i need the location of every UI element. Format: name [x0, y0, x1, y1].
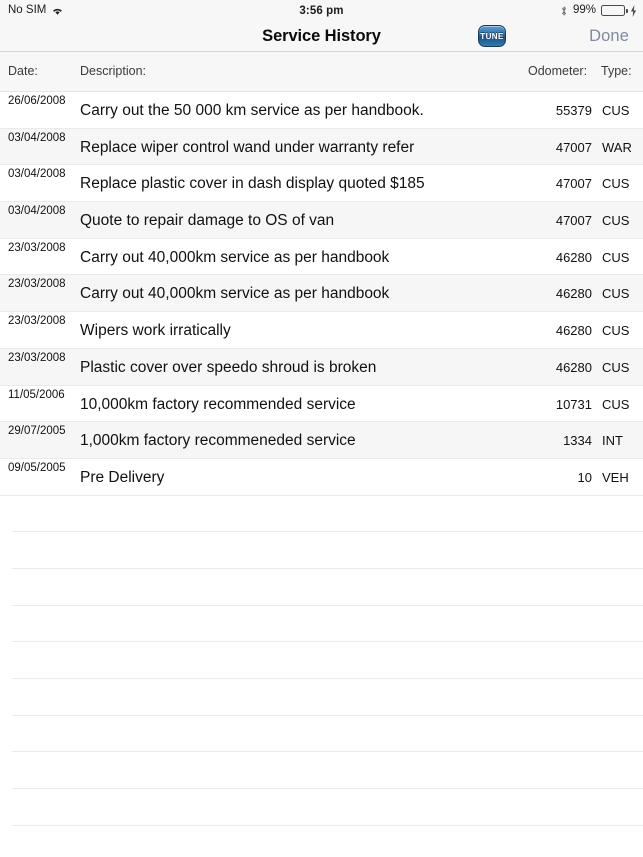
cell-description: Pre Delivery — [80, 468, 165, 486]
empty-table-row[interactable] — [0, 789, 643, 826]
empty-table-row[interactable] — [0, 715, 643, 753]
service-history-table[interactable]: Date: Description: Odometer: Type: 26/06… — [0, 52, 643, 857]
cell-type: CUS — [602, 103, 630, 118]
table-row[interactable]: 03/04/2008 Replace wiper control wand und… — [0, 128, 643, 166]
battery-icon — [601, 5, 628, 16]
table-row[interactable]: 23/03/2008 Carry out 40,000km service as … — [0, 238, 643, 276]
cell-type: VEH — [602, 469, 629, 485]
cell-odometer: 55379 — [555, 103, 592, 118]
table-row[interactable]: 03/04/2008 Replace plastic cover in dash … — [0, 165, 643, 203]
cell-date: 23/03/2008 — [8, 278, 66, 291]
cell-type: WAR — [602, 139, 632, 155]
cell-type: CUS — [602, 286, 630, 302]
status-bar-right: 99% — [560, 4, 637, 17]
cell-date: 23/03/2008 — [8, 241, 66, 254]
cell-description: Carry out the 50 000 km service as per h… — [80, 102, 424, 119]
empty-table-row[interactable] — [0, 679, 643, 716]
cell-description: Carry out 40,000km service as per handbo… — [80, 248, 390, 266]
header-odometer: Odometer: — [528, 64, 588, 78]
cell-type: CUS — [602, 176, 630, 192]
table-row[interactable]: 11/05/2006 10,000km factory recommended s… — [0, 385, 643, 423]
table-body: 26/06/2008 Carry out the 50 000 km servic… — [0, 92, 643, 857]
cell-description: Replace wiper control wand under warrant… — [80, 138, 415, 156]
table-header-row: Date: Description: Odometer: Type: — [0, 52, 643, 92]
cell-date: 03/04/2008 — [8, 205, 66, 218]
cell-date: 09/05/2005 — [8, 461, 66, 474]
clock-label: 3:56 pm — [299, 4, 344, 17]
cell-type: INT — [602, 433, 623, 449]
navigation-bar: Service History TUNE Done — [0, 21, 643, 52]
cell-odometer: 47007 — [555, 176, 592, 192]
cell-description: Plastic cover over speedo shroud is brok… — [80, 358, 377, 376]
cell-date: 03/04/2008 — [8, 168, 66, 181]
empty-table-row[interactable] — [0, 825, 643, 857]
table-row[interactable]: 23/03/2008 Plastic cover over speedo shro… — [0, 348, 643, 386]
cell-description: Wipers work irratically — [80, 322, 231, 340]
cell-description: Quote to repair damage to OS of van — [80, 212, 335, 230]
table-row[interactable]: 23/03/2008 Wipers work irratically 46280 CU… — [0, 312, 643, 349]
tune-badge-label: TUNE — [480, 31, 504, 41]
cell-odometer: 10731 — [555, 396, 592, 412]
cell-date: 03/04/2008 — [8, 131, 66, 144]
header-type: Type: — [601, 64, 632, 78]
cell-date: 23/03/2008 — [8, 315, 66, 328]
table-row[interactable]: 03/04/2008 Quote to repair damage to OS o… — [0, 202, 643, 239]
cell-description: 1,000km factory recommeneded service — [80, 432, 356, 450]
cell-odometer: 47007 — [555, 139, 592, 155]
cell-date: 29/07/2005 — [8, 425, 66, 438]
empty-table-row[interactable] — [0, 568, 643, 606]
cell-date: 23/03/2008 — [8, 351, 66, 364]
done-button[interactable]: Done — [589, 27, 629, 46]
table-row[interactable]: 23/03/2008 Carry out 40,000km service as … — [0, 275, 643, 313]
table-row[interactable]: 29/07/2005 1,000km factory recommeneded s… — [0, 422, 643, 459]
empty-table-row[interactable] — [0, 532, 643, 569]
cell-description: Replace plastic cover in dash display qu… — [80, 175, 425, 193]
table-row[interactable]: 09/05/2005 Pre Delivery 10 VEH — [0, 458, 643, 496]
bluetooth-icon — [560, 5, 568, 17]
cell-type: CUS — [602, 396, 630, 412]
cell-odometer: 46280 — [555, 323, 592, 339]
cell-date: 11/05/2006 — [8, 388, 65, 401]
table-row[interactable]: 26/06/2008 Carry out the 50 000 km servic… — [0, 92, 643, 129]
cell-type: CUS — [602, 359, 630, 375]
empty-table-row[interactable] — [0, 605, 643, 643]
cell-odometer: 10 — [577, 469, 592, 485]
empty-table-row[interactable] — [0, 495, 643, 533]
battery-percent-label: 99% — [572, 4, 596, 16]
header-description: Description: — [80, 64, 146, 78]
cell-type: CUS — [602, 249, 630, 265]
cell-odometer: 46280 — [555, 249, 592, 265]
empty-table-row[interactable] — [0, 752, 643, 790]
cell-odometer: 1334 — [563, 433, 592, 449]
cell-description: 10,000km factory recommended service — [80, 395, 356, 413]
header-date: Date: — [8, 64, 38, 78]
app-screen: No SIM 3:56 pm 99% Service History TUNE … — [0, 0, 643, 857]
page-title: Service History — [262, 27, 381, 45]
tune-badge-icon[interactable]: TUNE — [478, 25, 506, 47]
cell-date: 26/06/2008 — [8, 95, 66, 107]
cell-odometer: 46280 — [555, 286, 592, 302]
cell-odometer: 46280 — [555, 359, 592, 375]
lightning-bolt-icon — [630, 4, 637, 17]
cell-type: CUS — [602, 213, 630, 229]
status-bar: No SIM 3:56 pm 99% — [0, 0, 643, 21]
cell-odometer: 47007 — [555, 213, 592, 229]
cell-description: Carry out 40,000km service as per handbo… — [80, 285, 390, 303]
cell-type: CUS — [602, 323, 630, 339]
empty-table-row[interactable] — [0, 642, 643, 679]
